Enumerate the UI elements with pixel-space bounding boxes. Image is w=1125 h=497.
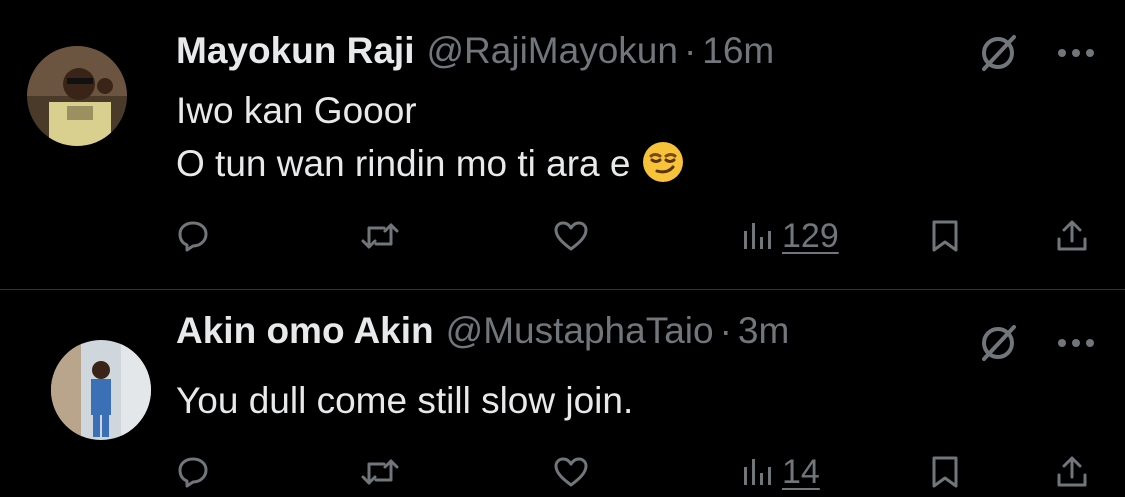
tweet[interactable]: Mayokun Raji @RajiMayokun · 16m Iwo kan …	[0, 0, 1125, 289]
share-button[interactable]	[1056, 211, 1088, 261]
views-count[interactable]: 129	[782, 217, 839, 256]
retweet-button[interactable]	[360, 447, 400, 497]
views-icon	[744, 223, 771, 249]
user-handle[interactable]: @RajiMayokun	[427, 30, 678, 72]
tweet-text: Iwo kan Gooor O tun wan rindin mo ti ara…	[176, 84, 685, 190]
timestamp[interactable]: 16m	[702, 30, 774, 72]
tweet-text: You dull come still slow join.	[176, 374, 633, 427]
retweet-button[interactable]	[360, 211, 400, 261]
separator: ·	[683, 30, 697, 71]
more-icon[interactable]	[1046, 28, 1106, 78]
avatar[interactable]	[27, 46, 127, 146]
bookmark-icon	[932, 456, 958, 488]
share-button[interactable]	[1056, 447, 1088, 497]
more-icon[interactable]	[1046, 318, 1106, 368]
reply-icon	[178, 221, 208, 252]
display-name[interactable]: Mayokun Raji	[176, 30, 415, 72]
retweet-icon	[361, 223, 399, 249]
bookmark-button[interactable]	[930, 211, 960, 261]
views-button[interactable]: 14	[742, 447, 820, 497]
mute-icon[interactable]	[968, 318, 1028, 368]
views-icon	[744, 459, 771, 485]
separator: ·	[719, 310, 732, 351]
tweet-actions: 14	[0, 447, 1125, 497]
tweet-text-line: You dull come still slow join.	[176, 380, 634, 421]
reply-button[interactable]	[176, 447, 210, 497]
retweet-icon	[361, 459, 399, 485]
display-name[interactable]: Akin omo Akin	[176, 310, 434, 352]
bookmark-icon	[932, 220, 958, 252]
like-button[interactable]	[553, 447, 589, 497]
avatar[interactable]	[51, 340, 151, 440]
share-icon	[1057, 456, 1087, 487]
views-button[interactable]: 129	[742, 211, 839, 261]
timestamp[interactable]: 3m	[738, 310, 789, 352]
tweet-text-line: Iwo kan Gooor	[176, 90, 417, 131]
heart-icon	[554, 221, 588, 251]
heart-icon	[554, 457, 588, 487]
tweet-text-line-with-emoji: O tun wan rindin mo ti ara e	[176, 137, 685, 190]
views-count[interactable]: 14	[782, 453, 820, 492]
user-handle[interactable]: @MustaphaTaio	[446, 310, 714, 352]
share-icon	[1057, 220, 1087, 251]
tweet[interactable]: Akin omo Akin @MustaphaTaio · 3m You dul…	[0, 290, 1125, 497]
like-button[interactable]	[553, 211, 589, 261]
tweet-header: Mayokun Raji @RajiMayokun · 16m	[176, 30, 774, 80]
tweet-actions: 129	[0, 211, 1125, 261]
reply-button[interactable]	[176, 211, 210, 261]
bookmark-button[interactable]	[930, 447, 960, 497]
mute-icon[interactable]	[968, 28, 1028, 78]
tweet-text-line: O tun wan rindin mo ti ara e	[176, 143, 631, 184]
smirking-face-emoji-icon	[641, 140, 685, 184]
reply-icon	[178, 457, 208, 488]
tweet-header: Akin omo Akin @MustaphaTaio · 3m	[176, 310, 789, 360]
